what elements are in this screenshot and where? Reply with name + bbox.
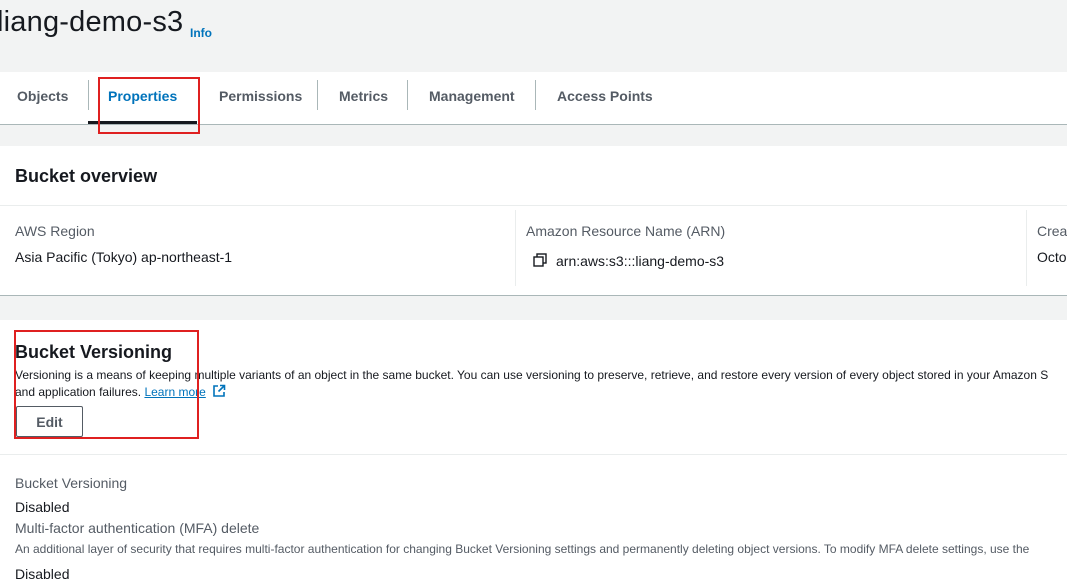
- tab-divider: [88, 80, 89, 110]
- versioning-status-label: Bucket Versioning: [15, 475, 128, 491]
- bucket-overview-heading: Bucket overview: [15, 166, 158, 186]
- section-divider: [0, 295, 1067, 296]
- versioning-status-value: Disabled: [15, 499, 70, 515]
- creation-date-value: Octo: [1037, 249, 1067, 265]
- panel-divider: [0, 454, 1067, 455]
- bucket-versioning-heading: Bucket Versioning: [15, 342, 173, 362]
- versioning-description-line2: and application failures. Learn more: [15, 384, 226, 401]
- mfa-description: An additional layer of security that req…: [15, 542, 1030, 556]
- active-tab-indicator: [88, 121, 197, 124]
- aws-region-value: Asia Pacific (Tokyo) ap-northeast-1: [15, 249, 233, 265]
- versioning-description-text: and application failures.: [15, 385, 142, 399]
- column-divider: [1026, 210, 1027, 286]
- tab-permissions[interactable]: Permissions: [219, 88, 302, 104]
- tab-divider: [535, 80, 536, 110]
- copy-icon[interactable]: [533, 253, 547, 267]
- bucket-overview-panel: [0, 146, 1067, 296]
- creation-date-label: Creat: [1037, 223, 1067, 239]
- versioning-description: Versioning is a means of keeping multipl…: [15, 368, 1049, 382]
- edit-button[interactable]: Edit: [16, 406, 83, 437]
- bucket-title: liang-demo-s3: [0, 6, 184, 38]
- tab-access-points[interactable]: Access Points: [557, 88, 653, 104]
- mfa-delete-label: Multi-factor authentication (MFA) delete: [15, 520, 260, 536]
- external-link-icon[interactable]: [212, 384, 226, 401]
- learn-more-link[interactable]: Learn more: [144, 385, 205, 399]
- arn-value: arn:aws:s3:::liang-demo-s3: [556, 253, 725, 269]
- panel-divider: [0, 205, 1067, 206]
- info-link[interactable]: Info: [190, 26, 212, 40]
- tab-metrics[interactable]: Metrics: [339, 88, 388, 104]
- tab-divider: [407, 80, 408, 110]
- tab-bar: Objects Properties Permissions Metrics M…: [0, 72, 1067, 125]
- tab-divider: [317, 80, 318, 110]
- mfa-delete-value: Disabled: [15, 566, 70, 582]
- tab-objects[interactable]: Objects: [17, 88, 68, 104]
- arn-label: Amazon Resource Name (ARN): [526, 223, 726, 239]
- tab-properties[interactable]: Properties: [108, 88, 177, 104]
- column-divider: [515, 210, 516, 286]
- tab-management[interactable]: Management: [429, 88, 515, 104]
- aws-region-label: AWS Region: [15, 223, 95, 239]
